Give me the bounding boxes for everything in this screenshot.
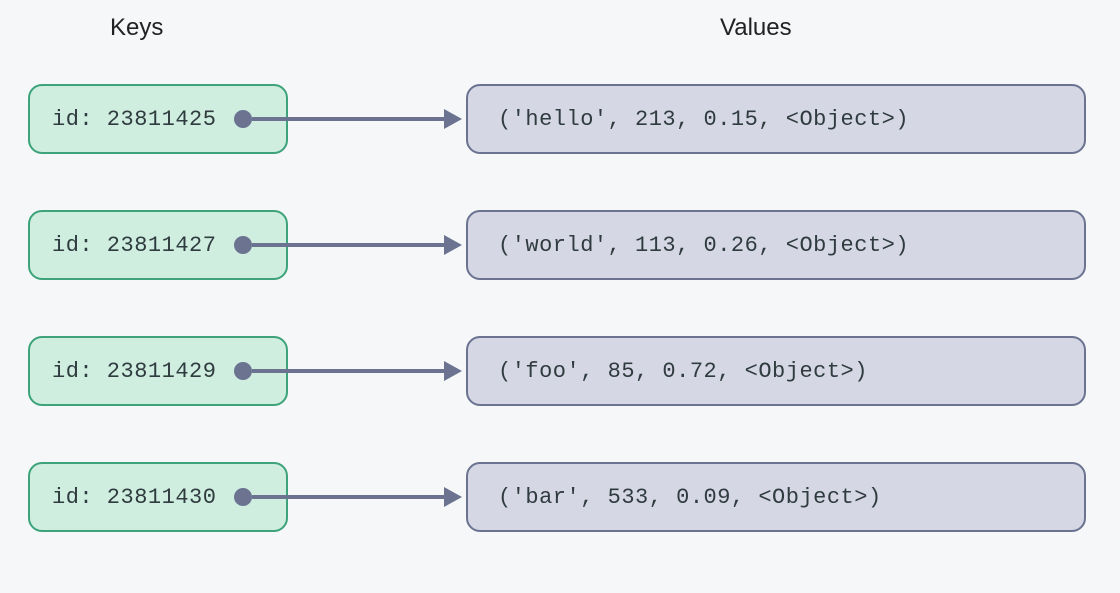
mapping-row: id: 23811430 ('bar', 533, 0.09, <Object>… (0, 452, 1120, 542)
value-text: ('bar', 533, 0.09, <Object>) (498, 485, 882, 510)
value-box: ('foo', 85, 0.72, <Object>) (466, 336, 1086, 406)
key-text: id: 23811429 (52, 359, 216, 384)
value-text: ('foo', 85, 0.72, <Object>) (498, 359, 868, 384)
diagram-canvas: Keys Values id: 23811425 ('hello', 213, … (0, 0, 1120, 593)
value-box: ('hello', 213, 0.15, <Object>) (466, 84, 1086, 154)
key-text: id: 23811430 (52, 485, 216, 510)
values-column-header: Values (720, 14, 792, 42)
value-text: ('world', 113, 0.26, <Object>) (498, 233, 909, 258)
mapping-row: id: 23811427 ('world', 113, 0.26, <Objec… (0, 200, 1120, 290)
key-text: id: 23811425 (52, 107, 216, 132)
key-text: id: 23811427 (52, 233, 216, 258)
mapping-row: id: 23811425 ('hello', 213, 0.15, <Objec… (0, 74, 1120, 164)
mapping-row: id: 23811429 ('foo', 85, 0.72, <Object>) (0, 326, 1120, 416)
keys-column-header: Keys (110, 14, 163, 42)
value-box: ('world', 113, 0.26, <Object>) (466, 210, 1086, 280)
value-text: ('hello', 213, 0.15, <Object>) (498, 107, 909, 132)
value-box: ('bar', 533, 0.09, <Object>) (466, 462, 1086, 532)
